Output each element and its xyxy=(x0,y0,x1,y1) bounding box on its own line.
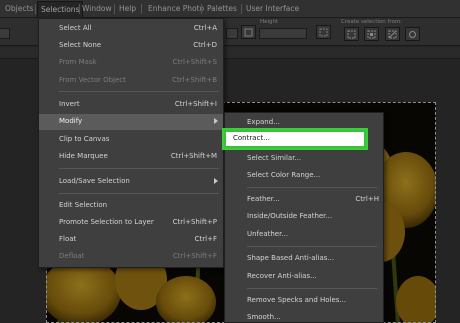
menu-item-select-color-range[interactable]: Select Color Range... xyxy=(225,168,383,184)
menu-item-label: Promote Selection to Layer xyxy=(59,218,154,226)
menu-separator xyxy=(59,193,219,194)
menu-item-label: Float xyxy=(59,235,77,243)
menu-item-shortcut: Ctrl+Shift+F xyxy=(172,252,217,260)
menu-item-invert[interactable]: Invert Ctrl+Shift+I xyxy=(39,97,223,113)
menu-item-label: Select Similar... xyxy=(247,154,302,162)
menu-item-edit-selection[interactable]: Edit Selection xyxy=(39,198,223,214)
menu-item-smooth[interactable]: Smooth... xyxy=(225,310,383,323)
menu-item-label: Feather... xyxy=(247,195,280,203)
menu-item-label: Smooth... xyxy=(247,313,281,321)
menu-separator xyxy=(59,168,219,169)
menu-item-shortcut: Ctrl+Shift+S xyxy=(172,58,217,66)
menu-item-shortcut: Ctrl+D xyxy=(193,41,217,49)
menu-item-clip-to-canvas[interactable]: Clip to Canvas xyxy=(39,132,223,148)
submenu-arrow-icon xyxy=(214,178,218,184)
menu-item-unfeather[interactable]: Unfeather... xyxy=(225,227,383,243)
menu-item-label: Inside/Outside Feather... xyxy=(247,212,333,220)
menu-item-label: Select Color Range... xyxy=(247,171,321,179)
menu-item-shortcut: Ctrl+F xyxy=(194,235,217,243)
menu-item-label: Modify xyxy=(59,117,83,125)
menu-item-from-mask[interactable]: From Mask Ctrl+Shift+S xyxy=(39,55,223,71)
menu-separator xyxy=(59,91,219,92)
menu-item-select-similar[interactable]: Select Similar... xyxy=(225,151,383,167)
menu-item-label: From Mask xyxy=(59,58,97,66)
menu-item-select-all[interactable]: Select All Ctrl+A xyxy=(39,21,223,37)
menu-item-label: Edit Selection xyxy=(59,201,108,209)
menu-item-label: Defloat xyxy=(59,252,85,260)
menu-item-inside-outside-feather[interactable]: Inside/Outside Feather... xyxy=(225,209,383,225)
menu-item-shortcut: Ctrl+H xyxy=(355,195,379,203)
menu-item-label: Unfeather... xyxy=(247,230,289,238)
menu-item-label: Load/Save Selection xyxy=(59,177,130,185)
menu-separator xyxy=(247,288,377,289)
menu-separator xyxy=(247,187,377,188)
menu-item-float[interactable]: Float Ctrl+F xyxy=(39,232,223,248)
menu-item-label: Clip to Canvas xyxy=(59,135,110,143)
menu-item-label: Shape Based Anti-alias... xyxy=(247,254,335,262)
menu-item-promote-selection[interactable]: Promote Selection to Layer Ctrl+Shift+P xyxy=(39,215,223,231)
menu-item-label: Hide Marquee xyxy=(59,152,108,160)
menu-item-label: Remove Specks and Holes... xyxy=(247,296,347,304)
menu-item-select-none[interactable]: Select None Ctrl+D xyxy=(39,38,223,54)
menu-item-load-save-selection[interactable]: Load/Save Selection xyxy=(39,174,223,190)
menu-item-remove-specks-and-holes[interactable]: Remove Specks and Holes... xyxy=(225,293,383,309)
menu-item-shortcut: Ctrl+Shift+B xyxy=(172,76,217,84)
menu-item-shortcut: Ctrl+Shift+P xyxy=(172,218,217,226)
contract-highlight-box: Contract... xyxy=(222,128,368,150)
menu-item-label: From Vector Object xyxy=(59,76,126,84)
menu-item-label: Select All xyxy=(59,24,92,32)
menu-item-shortcut: Ctrl+Shift+M xyxy=(170,152,217,160)
menu-item-shortcut: Ctrl+Shift+I xyxy=(174,100,217,108)
menu-item-shortcut: Ctrl+A xyxy=(193,24,217,32)
submenu-arrow-icon xyxy=(214,118,218,124)
menu-item-hide-marquee[interactable]: Hide Marquee Ctrl+Shift+M xyxy=(39,149,223,165)
menu-item-label: Select None xyxy=(59,41,102,49)
menu-item-defloat[interactable]: Defloat Ctrl+Shift+F xyxy=(39,249,223,265)
menu-separator xyxy=(247,246,377,247)
menu-item-shape-based-anti-alias[interactable]: Shape Based Anti-alias... xyxy=(225,251,383,267)
menu-item-label: Contract... xyxy=(233,134,270,142)
menu-item-label: Invert xyxy=(59,100,80,108)
menu-item-label: Recover Anti-alias... xyxy=(247,272,317,280)
menu-item-from-vector-object[interactable]: From Vector Object Ctrl+Shift+B xyxy=(39,73,223,89)
menu-item-feather[interactable]: Feather... Ctrl+H xyxy=(225,192,383,208)
selections-menu: Select All Ctrl+A Select None Ctrl+D Fro… xyxy=(38,18,224,268)
menu-item-modify[interactable]: Modify xyxy=(39,114,223,130)
menu-item-label: Expand... xyxy=(247,118,280,126)
menu-item-contract[interactable]: Contract... xyxy=(226,132,364,146)
menu-item-recover-anti-alias[interactable]: Recover Anti-alias... xyxy=(225,269,383,285)
